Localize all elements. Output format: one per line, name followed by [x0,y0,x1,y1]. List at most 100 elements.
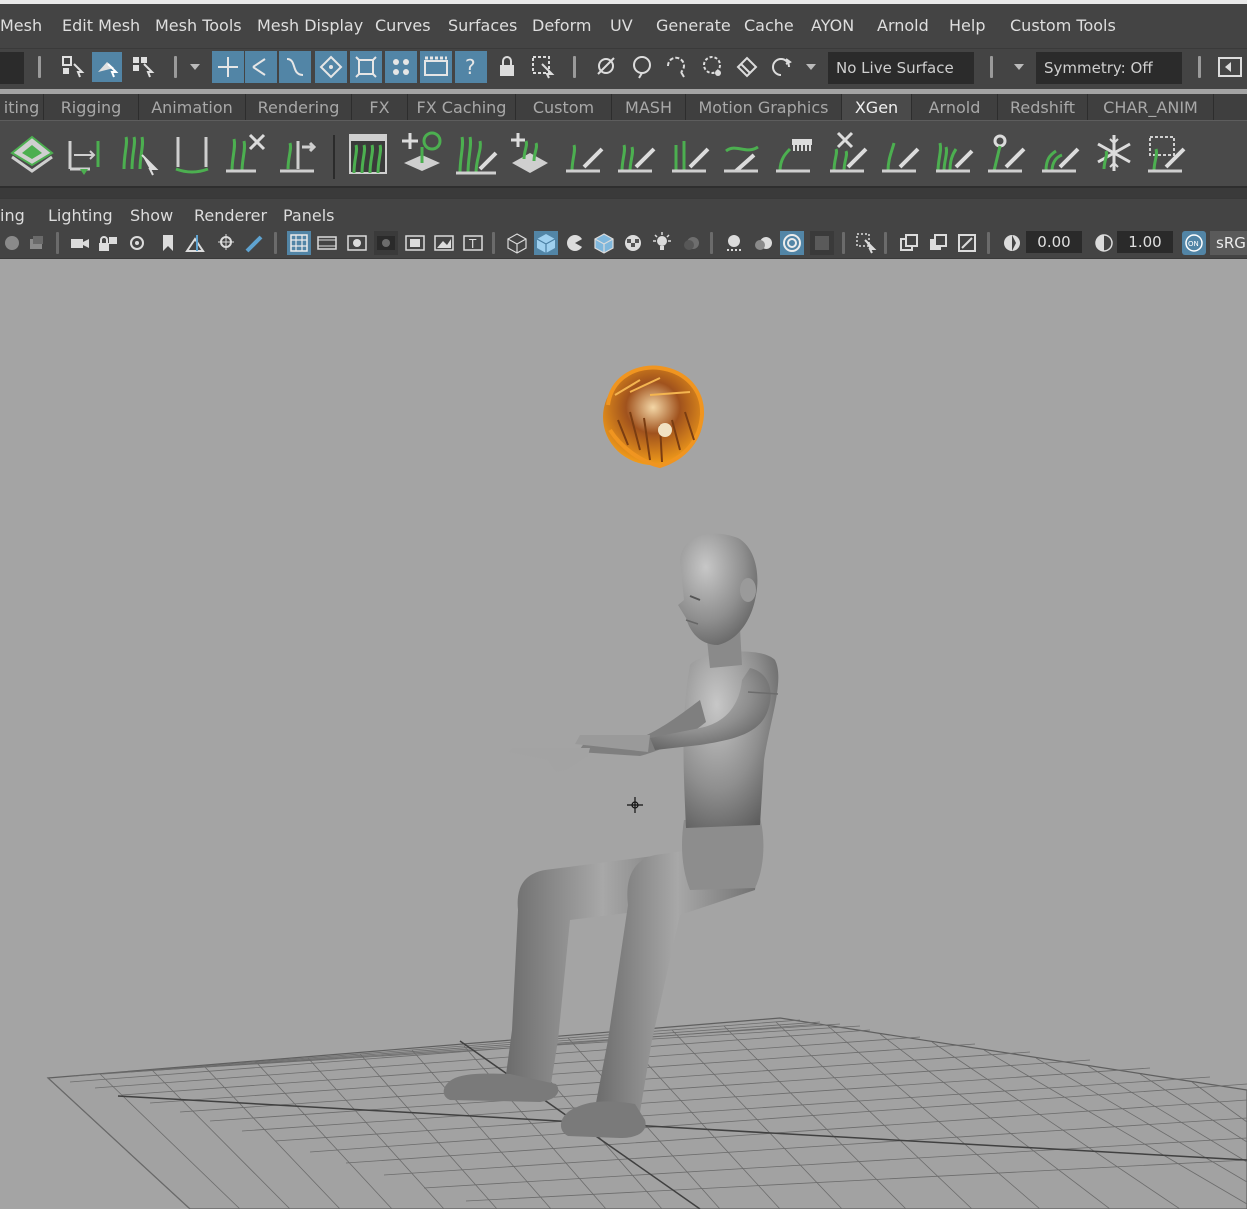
xgen-guide-length-icon[interactable] [168,129,216,177]
xgen-brush-1-icon[interactable] [560,129,608,177]
select-by-name-icon[interactable] [528,52,558,82]
xray-joints-icon[interactable] [926,231,950,255]
xgen-hair-groom[interactable] [603,365,705,469]
tab-char-anim[interactable]: CHAR_ANIM [1088,94,1214,120]
camera-attributes-icon[interactable] [24,231,48,255]
sidebar-toggle-icon[interactable] [1215,52,1245,82]
xray-icon[interactable] [897,231,921,255]
exposure-icon[interactable] [1000,231,1024,255]
use-all-lights-icon[interactable] [650,231,674,255]
select-component-icon[interactable] [128,52,158,82]
screen-space-ao-icon[interactable] [722,231,746,255]
xray-active-icon[interactable] [955,231,979,255]
lock-camera-icon[interactable] [96,231,120,255]
bookmark-icon[interactable] [156,231,180,255]
tab-fx-caching[interactable]: FX Caching [408,94,516,120]
snap-view-plane-icon[interactable] [315,51,347,83]
default-material-icon[interactable] [563,231,587,255]
symmetry-field[interactable]: Symmetry: Off [1036,52,1182,84]
menu-arnold[interactable]: Arnold [877,16,929,35]
anti-aliasing-icon[interactable] [780,231,804,255]
snap-curve-icon[interactable] [245,51,277,83]
menu-generate[interactable]: Generate [656,16,731,35]
menu-ayon[interactable]: AYON [811,16,854,35]
xgen-freeze-icon[interactable] [1090,129,1138,177]
xgen-brush-6-icon[interactable] [930,129,978,177]
paint-select-icon[interactable] [697,52,727,82]
panel-menu-lighting[interactable]: Lighting [48,206,113,225]
menu-surfaces[interactable]: Surfaces [448,16,517,35]
menu-mesh[interactable]: Mesh [0,16,42,35]
select-object-icon[interactable] [92,52,122,82]
mode-selector[interactable] [0,52,24,84]
panel-menu-shading[interactable]: ing [0,206,25,225]
tab-rigging[interactable]: Rigging [44,94,139,120]
shadows-icon[interactable] [679,231,703,255]
render-view-icon[interactable] [420,51,452,83]
motion-blur-icon[interactable] [751,231,775,255]
textured-icon[interactable] [621,231,645,255]
tab-fx[interactable]: FX [352,94,408,120]
xgen-interactive-groom-icon[interactable] [344,129,392,177]
lasso-select-icon[interactable] [661,52,691,82]
snap-grid-icon[interactable] [212,51,244,83]
xgen-brush-9-icon[interactable] [1142,129,1190,177]
menu-custom-tools[interactable]: Custom Tools [1010,16,1116,35]
select-camera-icon[interactable] [0,231,24,255]
film-gate-icon[interactable] [315,231,339,255]
snap-point-icon[interactable] [279,51,311,83]
field-chart-icon[interactable] [403,231,427,255]
menu-uv[interactable]: UV [610,16,633,35]
xgen-transfer-guides-icon[interactable] [274,129,322,177]
undo-icon[interactable] [767,52,797,82]
panel-menu-renderer[interactable]: Renderer [194,206,267,225]
xgen-place-icon[interactable] [506,129,554,177]
tab-redshift[interactable]: Redshift [998,94,1088,120]
chevron-down-icon[interactable] [186,52,204,82]
xgen-brush-3-icon[interactable] [666,129,714,177]
grease-pencil-icon[interactable] [242,231,266,255]
xgen-brush-7-icon[interactable] [982,129,1030,177]
colorspace-field[interactable]: sRGB [1210,231,1247,255]
resolution-gate-icon[interactable] [345,231,369,255]
depth-of-field-icon[interactable] [810,231,834,255]
rotate-loop-icon[interactable] [627,52,657,82]
menu-edit-mesh[interactable]: Edit Mesh [62,16,140,35]
lock-icon[interactable] [492,52,522,82]
xgen-brush-8-icon[interactable] [1036,129,1084,177]
xgen-sculpt-grass-icon[interactable] [452,129,500,177]
image-plane-icon[interactable] [184,231,208,255]
xgen-cut-icon[interactable] [824,129,872,177]
xgen-move-guides-icon[interactable] [60,129,108,177]
help-icon[interactable]: ? [455,51,487,83]
gate-mask-icon[interactable] [374,231,398,255]
tab-xgen[interactable]: XGen [842,94,912,120]
menu-mesh-tools[interactable]: Mesh Tools [155,16,242,35]
shaded-wire-icon[interactable] [592,231,616,255]
menu-cache[interactable]: Cache [744,16,794,35]
menu-curves[interactable]: Curves [375,16,431,35]
marquee-select-icon[interactable] [732,52,762,82]
history-icon[interactable] [592,52,622,82]
tab-arnold[interactable]: Arnold [912,94,998,120]
render-settings-icon[interactable] [385,51,417,83]
panel-menu-show[interactable]: Show [130,206,173,225]
chevron-down-icon[interactable] [1010,52,1028,82]
xgen-brush-2-icon[interactable] [612,129,660,177]
menu-help[interactable]: Help [949,16,985,35]
panel-menu-panels[interactable]: Panels [283,206,335,225]
tab-animation[interactable]: Animation [139,94,246,120]
tab-motion-graphics[interactable]: Motion Graphics [686,94,842,120]
gamma-field[interactable]: 1.00 [1117,231,1173,253]
exposure-field[interactable]: 0.00 [1026,231,1082,253]
bookmarks-icon[interactable] [126,231,150,255]
select-hierarchy-icon[interactable] [58,52,88,82]
xgen-brush-4-icon[interactable] [718,129,766,177]
xgen-description-icon[interactable] [8,129,56,177]
viewport-3d[interactable] [0,259,1247,1209]
xgen-comb-icon[interactable] [770,129,818,177]
tab-rendering[interactable]: Rendering [246,94,352,120]
menu-mesh-display[interactable]: Mesh Display [257,16,363,35]
gamma-icon[interactable] [1092,231,1116,255]
xgen-brush-5-icon[interactable] [876,129,924,177]
